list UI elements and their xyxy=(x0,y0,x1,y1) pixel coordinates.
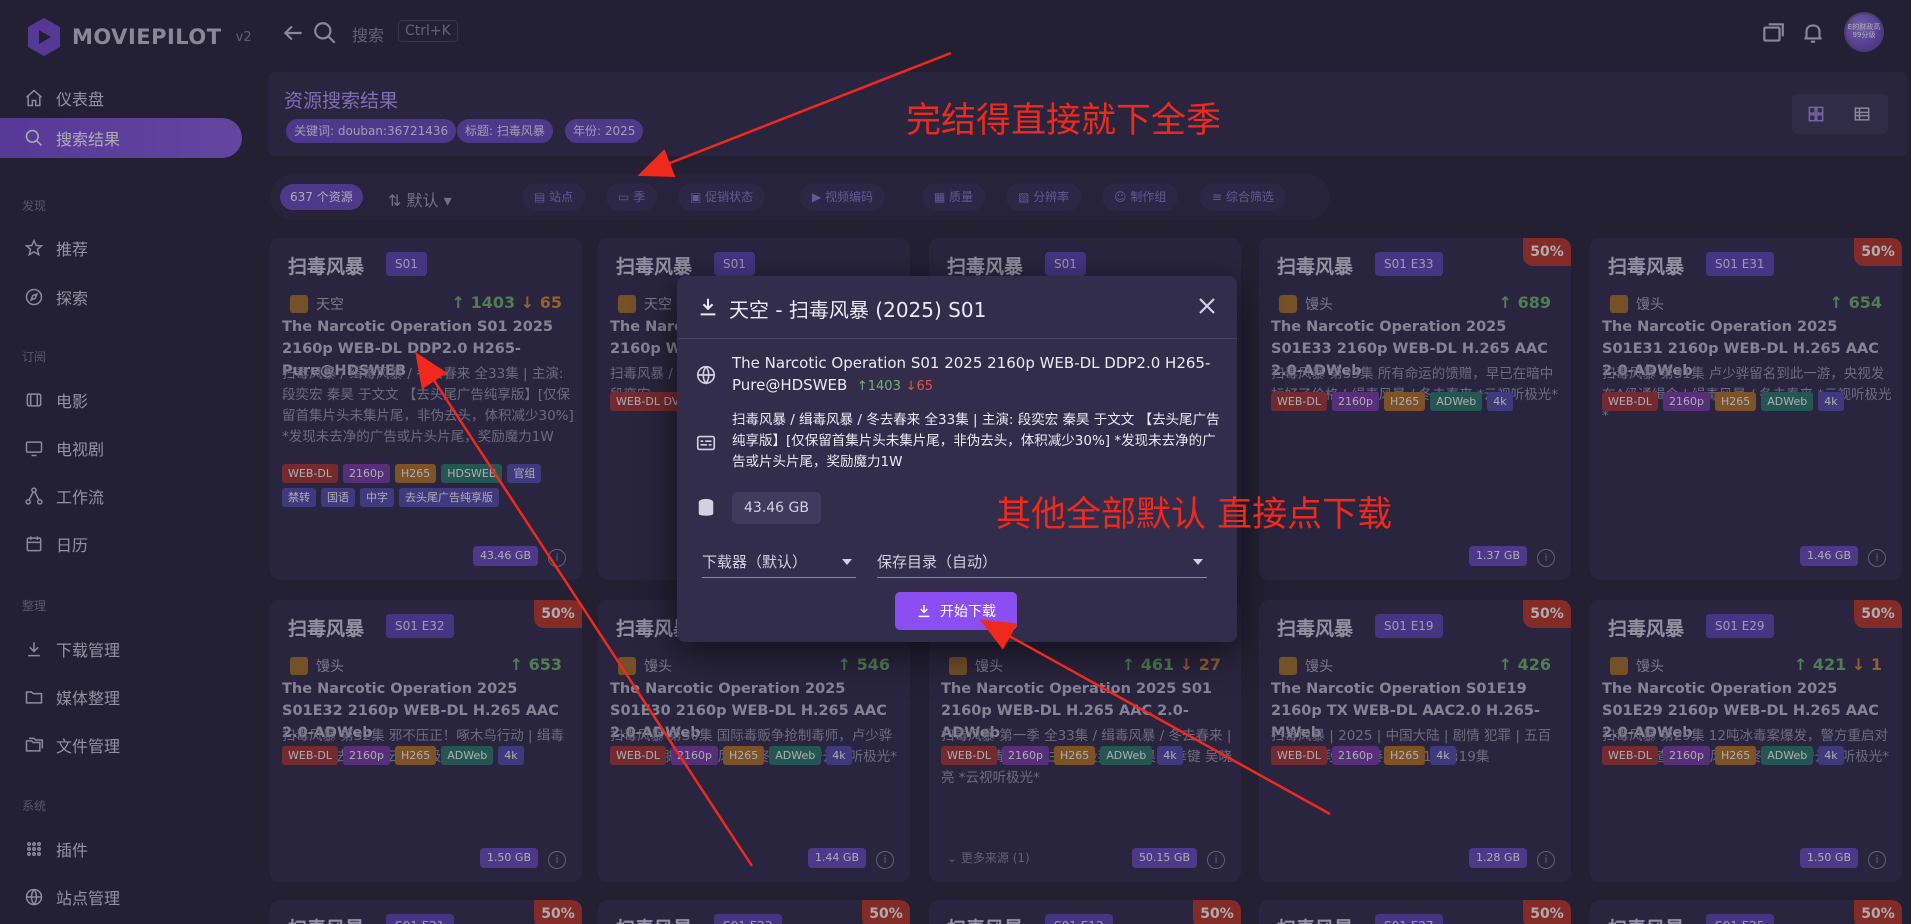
chevron-down-icon xyxy=(1193,559,1203,565)
size-chip: 43.46 GB xyxy=(732,492,821,524)
download-icon xyxy=(700,298,716,316)
leechers-count: ↓65 xyxy=(905,379,934,394)
close-icon[interactable] xyxy=(1197,296,1217,316)
download-dialog: 天空 - 扫毒风暴 (2025) S01 The Narcotic Operat… xyxy=(677,276,1237,642)
release-name: The Narcotic Operation S01 2025 2160p WE… xyxy=(732,352,1222,398)
release-description: 扫毒风暴 / 缉毒风暴 / 冬去春来 全33集 | 主演: 段奕宏 秦昊 于文文… xyxy=(732,412,1220,470)
subtitle-icon xyxy=(696,435,716,451)
seeders-count: ↑1403 xyxy=(856,379,901,394)
annotation-text-season: 完结得直接就下全季 xyxy=(906,101,1222,141)
release-name-text: The Narcotic Operation S01 2025 2160p WE… xyxy=(732,354,1211,394)
downloader-select[interactable]: 下载器（默认） xyxy=(702,546,856,578)
save-dir-value: 保存目录（自动） xyxy=(877,553,998,571)
dialog-title: 天空 - 扫毒风暴 (2025) S01 xyxy=(729,298,987,322)
dialog-divider xyxy=(677,338,1237,339)
chevron-down-icon xyxy=(842,559,852,565)
save-dir-select[interactable]: 保存目录（自动） xyxy=(877,546,1207,578)
database-icon xyxy=(698,498,714,516)
start-download-label: 开始下载 xyxy=(940,604,996,620)
annotation-text-download: 其他全部默认 直接点下载 xyxy=(996,495,1393,535)
globe-icon xyxy=(696,365,716,385)
app-root: MOVIEPILOT v2 仪表盘 搜索结果 发现 推荐 探索 订阅 电影 电视… xyxy=(0,0,1911,924)
start-download-button[interactable]: 开始下载 xyxy=(895,592,1017,630)
download-icon xyxy=(918,605,930,618)
downloader-value: 下载器（默认） xyxy=(702,553,808,571)
